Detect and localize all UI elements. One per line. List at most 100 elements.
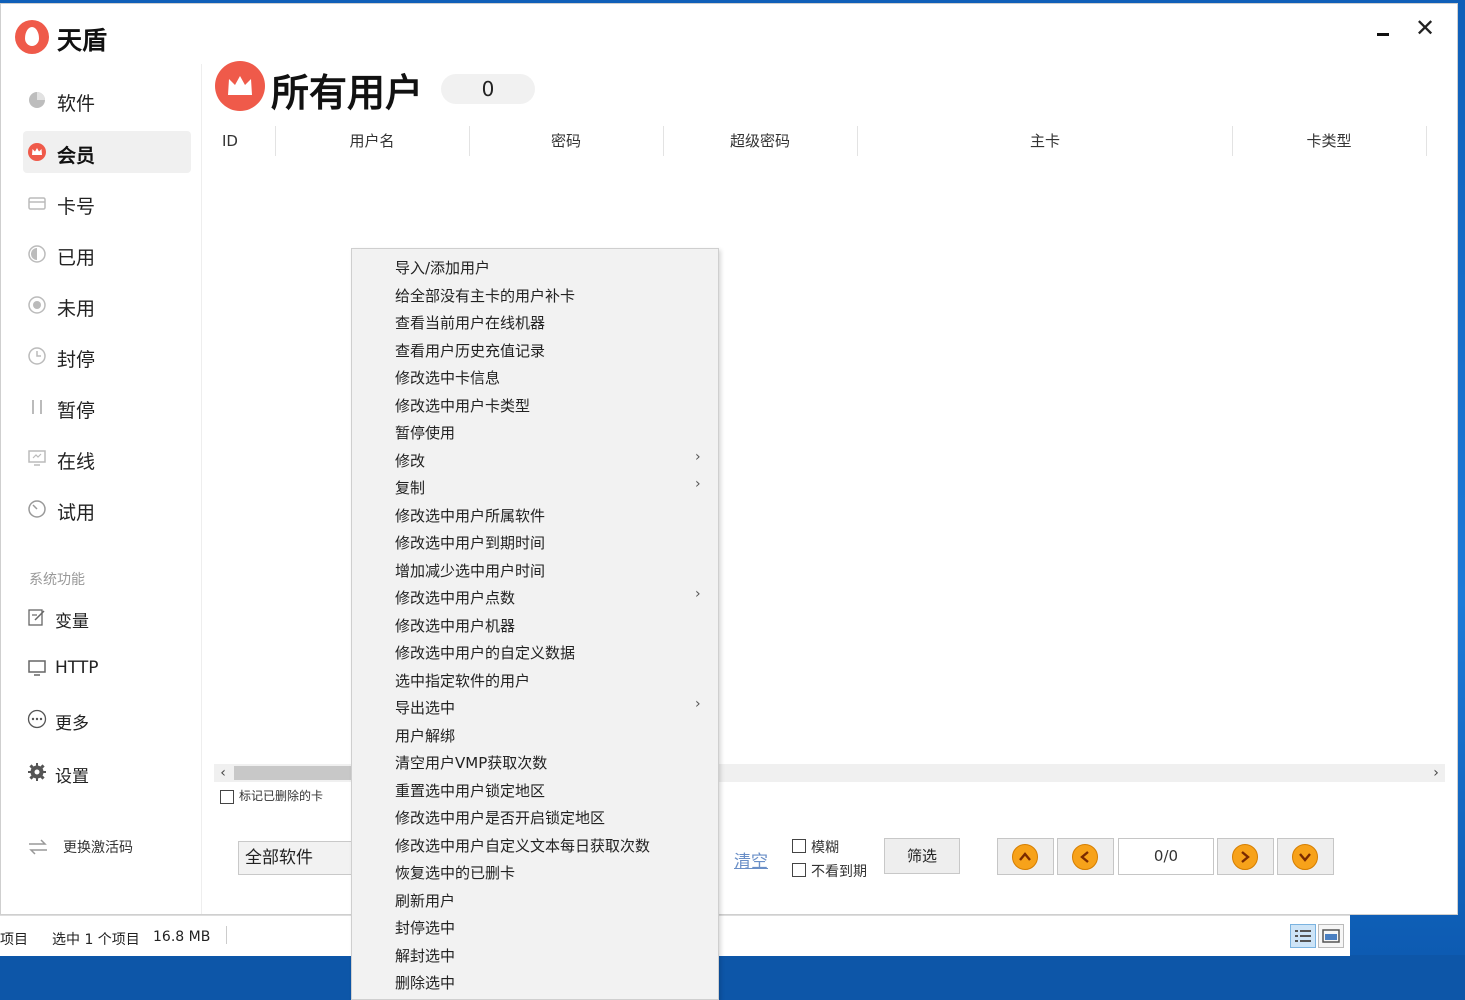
sidebar-item-members[interactable]: 会员 (23, 131, 191, 173)
not-expired-checkbox[interactable] (792, 863, 806, 877)
scroll-right-icon[interactable]: › (1427, 764, 1445, 782)
minimize-button[interactable] (1373, 24, 1393, 44)
context-menu-item-label: 查看用户历史充值记录 (395, 341, 546, 360)
software-select[interactable]: 全部软件 (238, 841, 368, 875)
sidebar-item-trial[interactable]: 试用 (23, 488, 191, 530)
sidebar-item-label: 已用 (57, 247, 96, 269)
context-menu-item[interactable]: 给全部没有主卡的用户补卡 (352, 280, 718, 308)
crown-icon (28, 143, 46, 161)
context-menu-item[interactable]: 清空用户VMP获取次数 (352, 747, 718, 775)
sidebar-item-label: 设置 (55, 767, 89, 787)
context-menu-item-label: 给全部没有主卡的用户补卡 (395, 286, 576, 305)
column-header-card-type[interactable]: 卡类型 (1233, 128, 1425, 158)
scroll-left-icon[interactable]: ‹ (214, 764, 232, 782)
sidebar-item-unused[interactable]: 未用 (23, 284, 191, 326)
chevron-down-icon (1292, 844, 1318, 870)
monitor-icon (28, 450, 46, 466)
next-page-button[interactable] (1217, 838, 1274, 875)
submenu-arrow-icon: › (695, 586, 701, 602)
sidebar-item-settings[interactable]: 设置 (23, 751, 191, 793)
page-title: 所有用户 (271, 71, 424, 115)
context-menu-item[interactable]: 解封选中 (352, 940, 718, 968)
column-header-id[interactable]: ID (215, 128, 245, 158)
context-menu-item-label: 查看当前用户在线机器 (395, 314, 546, 332)
app-title: 天盾 (57, 26, 108, 55)
context-menu-item-label: 修改选中用户是否开启锁定地区 (395, 809, 606, 827)
context-menu-item[interactable]: 修改选中用户自定义文本每日获取次数 (352, 830, 718, 858)
column-separator (1426, 126, 1427, 156)
sidebar-item-cards[interactable]: 卡号 (23, 182, 191, 224)
sidebar-item-more[interactable]: 更多 (23, 698, 191, 740)
close-button[interactable]: ✕ (1415, 16, 1435, 40)
sidebar-item-label: 会员 (57, 145, 96, 167)
context-menu-item[interactable]: 封停选中 (352, 912, 718, 940)
context-menu-item[interactable]: 修改选中卡信息 (352, 362, 718, 390)
context-menu-item-label: 用户解绑 (395, 726, 456, 745)
sidebar: 软件 会员 卡号 已用 未用 封停 暂停 在线 试用 系统功能 变量 HTTP … (1, 64, 202, 914)
column-header-username[interactable]: 用户名 (276, 128, 468, 158)
context-menu-item[interactable]: 查看用户历史充值记录 (352, 335, 718, 363)
context-menu-item[interactable]: 修改选中用户卡类型 (352, 390, 718, 418)
app-window: 天盾 ✕ 软件 会员 卡号 已用 未用 封停 暂停 在线 试用 系统功能 变量 … (0, 3, 1458, 915)
fuzzy-label: 模糊 (811, 840, 839, 856)
context-menu-item-label: 导入/添加用户 (395, 259, 491, 277)
column-header-main-card[interactable]: 主卡 (858, 128, 1232, 158)
status-items: 项目 (0, 932, 28, 948)
column-header-super-password[interactable]: 超级密码 (664, 128, 856, 158)
last-page-button[interactable] (1277, 838, 1334, 875)
context-menu-item[interactable]: 增加减少选中用户时间 (352, 555, 718, 583)
filter-button[interactable]: 筛选 (884, 838, 960, 874)
context-menu-item[interactable]: 导出选中 › (352, 692, 718, 720)
context-menu-item[interactable]: 修改选中用户的自定义数据 (352, 637, 718, 665)
context-menu-item-label: 修改选中用户的自定义数据 (395, 644, 576, 662)
context-menu-item-label: 修改选中用户点数 (395, 589, 516, 607)
status-separator (226, 926, 227, 944)
preview-view-icon[interactable] (1318, 924, 1344, 948)
context-menu-item[interactable]: 用户解绑 (352, 720, 718, 748)
sidebar-item-banned[interactable]: 封停 (23, 335, 191, 377)
sidebar-item-paused[interactable]: 暂停 (23, 386, 191, 428)
context-menu-item[interactable]: 暂停使用 (352, 417, 718, 445)
change-activation-code-button[interactable]: 更换激活码 (27, 834, 187, 860)
context-menu-item[interactable]: 选中指定软件的用户 (352, 665, 718, 693)
column-header-password[interactable]: 密码 (470, 128, 662, 158)
sidebar-item-label: 更多 (55, 714, 89, 734)
fuzzy-checkbox[interactable] (792, 839, 806, 853)
context-menu-item-label: 封停选中 (395, 919, 456, 937)
gear-icon (28, 763, 46, 781)
context-menu-item-label: 修改选中卡信息 (395, 369, 501, 387)
swap-icon (29, 839, 47, 855)
context-menu-item[interactable]: 导入/添加用户 (352, 252, 718, 280)
status-size: 16.8 MB (153, 929, 211, 945)
context-menu-item-label: 导出选中 (395, 699, 456, 717)
context-menu-item[interactable]: 修改 › (352, 445, 718, 473)
first-page-button[interactable] (997, 838, 1054, 875)
sidebar-item-label: 软件 (57, 93, 96, 115)
context-menu-item[interactable]: 复制 › (352, 472, 718, 500)
sidebar-item-http[interactable]: HTTP (23, 647, 191, 689)
context-menu-item[interactable]: 修改选中用户点数 › (352, 582, 718, 610)
context-menu-item[interactable]: 修改选中用户到期时间 (352, 527, 718, 555)
scrollbar-thumb[interactable] (234, 766, 364, 780)
context-menu-item[interactable]: 修改选中用户机器 (352, 610, 718, 638)
details-view-icon[interactable] (1290, 924, 1316, 948)
sidebar-item-variables[interactable]: 变量 (23, 596, 191, 638)
sidebar-item-software[interactable]: 软件 (23, 79, 191, 121)
clear-link[interactable]: 清空 (734, 847, 768, 872)
context-menu-item[interactable]: 修改选中用户是否开启锁定地区 (352, 802, 718, 830)
page-indicator[interactable]: 0/0 (1118, 838, 1214, 875)
context-menu-item[interactable]: 删除选中 (352, 967, 718, 995)
sidebar-item-online[interactable]: 在线 (23, 437, 191, 479)
sidebar-item-used[interactable]: 已用 (23, 233, 191, 275)
context-menu-item[interactable]: 恢复选中的已删卡 (352, 857, 718, 885)
context-menu-item[interactable]: 重置选中用户锁定地区 (352, 775, 718, 803)
context-menu-item[interactable]: 修改选中用户所属软件 (352, 500, 718, 528)
submenu-arrow-icon: › (695, 448, 701, 465)
prev-page-button[interactable] (1057, 838, 1114, 875)
more-icon (27, 709, 47, 729)
context-menu-item[interactable]: 刷新用户 (352, 885, 718, 913)
mark-deleted-checkbox[interactable] (220, 790, 234, 804)
monitor-icon (28, 660, 46, 676)
context-menu-item[interactable]: 查看当前用户在线机器 (352, 307, 718, 335)
edit-icon (28, 609, 45, 626)
